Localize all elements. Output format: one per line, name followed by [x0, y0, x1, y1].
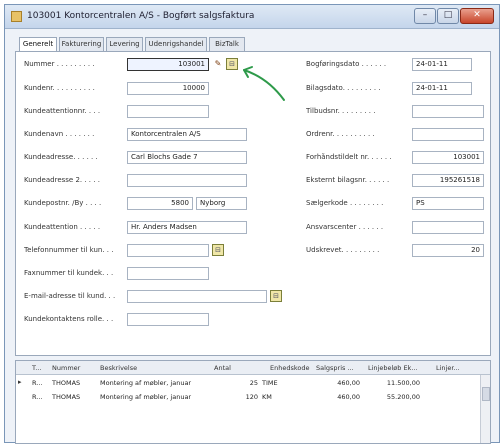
table-row[interactable]: ▸ R... THOMAS Montering af møbler, janua… — [16, 377, 490, 389]
col-salgspris[interactable]: Salgspris ... — [316, 364, 354, 372]
kundeadresse-field[interactable]: Carl Blochs Gade 7 — [127, 151, 247, 164]
app-icon — [11, 11, 22, 22]
tab-biztalk[interactable]: BizTalk — [209, 37, 245, 51]
tab-fakturering[interactable]: Fakturering — [59, 37, 104, 51]
label-ordrenr: Ordrenr. . . . . . . . . . — [306, 130, 375, 138]
row-selector-icon: ▸ — [18, 378, 22, 386]
cell-beskrivelse: Montering af møbler, januar — [100, 379, 192, 387]
label-email-adresse: E-mail-adresse til kund. . . — [24, 292, 116, 300]
email-lookup-icon[interactable]: ⊟ — [270, 290, 282, 302]
tab-levering[interactable]: Levering — [106, 37, 143, 51]
bilagsdato-field[interactable]: 24-01-11 — [412, 82, 472, 95]
cell-enhedskode: TIME — [262, 379, 278, 387]
col-antal[interactable]: Antal — [214, 364, 231, 372]
tab-udenrigshandel[interactable]: Udenrigshandel — [145, 37, 207, 51]
cell-linjebelob: 55.200,00 — [386, 393, 420, 401]
title-bar[interactable]: 103001 Kontorcentralen A/S - Bogført sal… — [5, 5, 499, 29]
posted-sales-invoice-window: 103001 Kontorcentralen A/S - Bogført sal… — [4, 4, 500, 444]
lines-scrollbar[interactable] — [480, 375, 490, 443]
label-kundekontaktens-rolle: Kundekontaktens rolle. . . — [24, 315, 114, 323]
label-kundeattentionnr: Kundeattentionnr. . . . — [24, 107, 101, 115]
label-bogforingsdato: Bogføringsdato . . . . . . — [306, 60, 387, 68]
label-kundeattention: Kundeattention . . . . . — [24, 223, 101, 231]
kundeattentionnr-field[interactable] — [127, 105, 209, 118]
lines-header: T... Nummer Beskrivelse Antal Enhedskode… — [16, 361, 490, 375]
kundekontaktens-rolle-field[interactable] — [127, 313, 209, 326]
lookup-icon[interactable]: ⊟ — [226, 58, 238, 70]
cell-enhedskode: KM — [262, 393, 272, 401]
eksternt-bilagsnr-field[interactable]: 195261518 — [412, 174, 484, 187]
label-kundeadresse-2: Kundeadresse 2. . . . . — [24, 176, 100, 184]
saelgerkode-field[interactable]: PS — [412, 197, 484, 210]
tilbudsnr-field[interactable] — [412, 105, 484, 118]
label-telefonnummer: Telefonnummer til kun. . . — [24, 246, 114, 254]
kundepostnr-field[interactable]: 5800 — [127, 197, 193, 210]
ansvarscenter-field[interactable] — [412, 221, 484, 234]
ordrenr-field[interactable] — [412, 128, 484, 141]
label-kundeadresse: Kundeadresse. . . . . . — [24, 153, 98, 161]
scrollbar-thumb[interactable] — [482, 387, 490, 401]
label-kundenavn: Kundenavn . . . . . . . — [24, 130, 95, 138]
label-bilagsdato: Bilagsdato. . . . . . . . . — [306, 84, 381, 92]
kundenr-field[interactable]: 10000 — [127, 82, 209, 95]
general-panel: Nummer . . . . . . . . . Kundenr. . . . … — [15, 51, 491, 356]
col-linjebelob[interactable]: Linjebeløb Ek... — [368, 364, 418, 372]
cell-antal: 120 — [245, 393, 258, 401]
tab-generelt[interactable]: Generelt — [19, 37, 57, 52]
close-button[interactable]: ✕ — [460, 8, 494, 24]
col-enhedskode[interactable]: Enhedskode — [270, 364, 310, 372]
bogforingsdato-field[interactable]: 24-01-11 — [412, 58, 472, 71]
kundeby-field[interactable]: Nyborg — [196, 197, 247, 210]
col-type[interactable]: T... — [32, 364, 41, 372]
cell-nummer: THOMAS — [52, 393, 81, 401]
col-nummer[interactable]: Nummer — [52, 364, 80, 372]
cell-linjebelob: 11.500,00 — [386, 379, 420, 387]
label-eksternt-bilagsnr: Eksternt bilagsnr. . . . . . — [306, 176, 390, 184]
label-forhandstildelt-nr: Forhåndstildelt nr. . . . . . — [306, 153, 392, 161]
kundenavn-field[interactable]: Kontorcentralen A/S — [127, 128, 247, 141]
cell-nummer: THOMAS — [52, 379, 81, 387]
cell-salgspris: 460,00 — [337, 393, 360, 401]
kundeadresse-2-field[interactable] — [127, 174, 247, 187]
cell-antal: 25 — [249, 379, 258, 387]
invoice-lines-table: T... Nummer Beskrivelse Antal Enhedskode… — [15, 360, 491, 444]
col-linjer[interactable]: Linjer... — [436, 364, 460, 372]
label-saelgerkode: Sælgerkode . . . . . . . . — [306, 199, 384, 207]
forhandstildelt-nr-field[interactable]: 103001 — [412, 151, 484, 164]
kundeattention-field[interactable]: Hr. Anders Madsen — [127, 221, 247, 234]
maximize-button[interactable]: □ — [437, 8, 459, 24]
udskrevet-field[interactable]: 20 — [412, 244, 484, 257]
label-udskrevet: Udskrevet. . . . . . . . . — [306, 246, 380, 254]
minimize-button[interactable]: – — [414, 8, 436, 24]
window-title: 103001 Kontorcentralen A/S - Bogført sal… — [27, 11, 255, 21]
email-adresse-field[interactable] — [127, 290, 267, 303]
edit-icon[interactable]: ✎ — [212, 58, 224, 70]
cell-type: R... — [32, 379, 43, 387]
label-nummer: Nummer . . . . . . . . . — [24, 60, 95, 68]
label-tilbudsnr: Tilbudsnr. . . . . . . . . — [306, 107, 376, 115]
table-row[interactable]: R... THOMAS Montering af møbler, januar … — [16, 391, 490, 403]
label-kundenr: Kundenr. . . . . . . . . . — [24, 84, 95, 92]
cell-beskrivelse: Montering af møbler, januar — [100, 393, 192, 401]
col-beskrivelse[interactable]: Beskrivelse — [100, 364, 137, 372]
telefonnummer-field[interactable] — [127, 244, 209, 257]
label-ansvarscenter: Ansvarscenter . . . . . . — [306, 223, 384, 231]
nummer-field[interactable]: 103001 — [127, 58, 209, 71]
phone-lookup-icon[interactable]: ⊟ — [212, 244, 224, 256]
label-faxnummer: Faxnummer til kundek. . . — [24, 269, 114, 277]
faxnummer-field[interactable] — [127, 267, 209, 280]
cell-salgspris: 460,00 — [337, 379, 360, 387]
label-kundepostnr-by: Kundepostnr. /By . . . . — [24, 199, 102, 207]
cell-type: R... — [32, 393, 43, 401]
